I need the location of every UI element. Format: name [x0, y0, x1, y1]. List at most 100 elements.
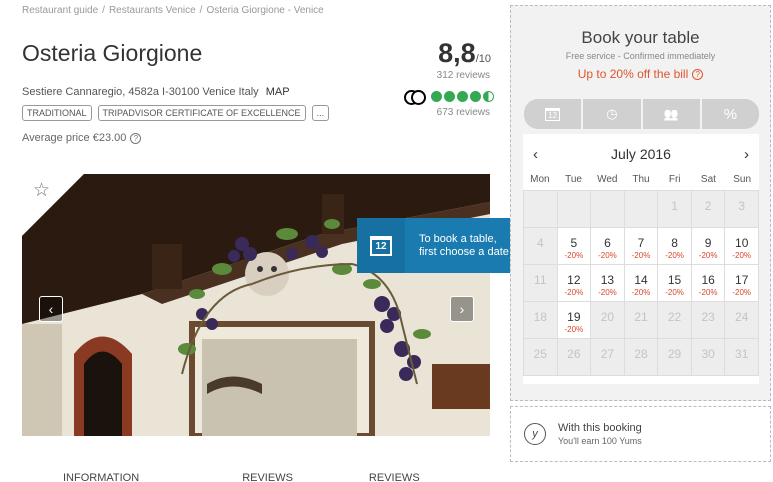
people-icon: 👥 [663, 107, 679, 121]
calendar-day: 1 [658, 191, 692, 228]
weekday-label: Sun [733, 174, 752, 185]
photo-prev-button[interactable]: ‹ [39, 296, 63, 322]
yums-line1: With this booking [558, 422, 642, 434]
address: Sestiere Cannaregio, 4582a I-30100 Venic… [22, 86, 290, 98]
step-time[interactable]: ◷ [583, 99, 641, 129]
tab-information[interactable]: INFORMATION [63, 472, 139, 482]
calendar-day: 4 [524, 228, 558, 265]
step-date[interactable]: 12 [524, 99, 582, 129]
breadcrumb-restaurant-guide[interactable]: Restaurant guide [22, 5, 98, 16]
calendar-day: 3 [725, 191, 759, 228]
calendar-day[interactable]: 16 -20% [691, 265, 726, 302]
rating-scale: /10 [475, 53, 491, 65]
day-number: 25 [533, 347, 547, 361]
calendar-day[interactable]: 10 -20% [725, 228, 759, 265]
weekday-header: Mon Tue Wed Thu Fri Sat Sun [523, 174, 759, 190]
tab-reviews[interactable]: REVIEWS [242, 472, 293, 482]
tag-certificate[interactable]: TRIPADVISOR CERTIFICATE OF EXCELLENCE [97, 105, 306, 121]
day-discount: -20% [698, 251, 718, 260]
weekday-label: Thu [632, 174, 650, 185]
yums-box: y With this booking You'll earn 100 Yums [510, 406, 771, 462]
day-discount: -20% [698, 288, 718, 297]
calendar: ‹ July 2016 › Mon Tue Wed Thu Fri Sat Sun 1234… [523, 134, 759, 384]
chevron-right-icon: › [459, 301, 465, 317]
booking-title: Book your table [581, 28, 700, 47]
tag-list: TRADITIONAL TRIPADVISOR CERTIFICATE OF E… [22, 105, 330, 121]
calendar-empty-cell [557, 191, 592, 228]
day-number: 27 [600, 347, 615, 361]
day-number: 5 [570, 236, 578, 250]
average-price: Average price €23.00 ? [22, 132, 142, 144]
day-number: 6 [604, 236, 611, 250]
calendar-icon: 12 [357, 218, 405, 273]
day-number: 20 [600, 310, 615, 324]
day-number: 13 [600, 273, 615, 287]
day-number: 11 [534, 273, 547, 287]
day-number: 9 [704, 236, 712, 250]
day-number: 31 [735, 347, 749, 361]
calendar-day: 22 [658, 302, 692, 339]
calendar-day[interactable]: 5 -20% [557, 228, 592, 265]
percent-icon: % [723, 105, 738, 123]
day-number: 21 [634, 310, 648, 324]
day-number: 24 [735, 310, 749, 324]
day-number: 18 [533, 310, 547, 324]
calendar-day[interactable]: 13 -20% [591, 265, 625, 302]
day-number: 26 [567, 347, 581, 361]
restaurant-name: Osteria Giorgione [22, 40, 203, 66]
day-number: 15 [667, 273, 682, 287]
day-discount: -20% [631, 251, 651, 260]
tag-more[interactable]: ... [311, 105, 330, 121]
calendar-next-month-icon[interactable]: › [744, 146, 749, 163]
calendar-day[interactable]: 15 -20% [658, 265, 692, 302]
calendar-day: 2 [691, 191, 726, 228]
calendar-day[interactable]: 6 -20% [591, 228, 625, 265]
photo-next-button[interactable]: › [450, 296, 474, 322]
choose-date-tooltip: 12 To book a table, first choose a date [357, 218, 536, 273]
day-number: 7 [637, 236, 645, 250]
booking-panel: Book your table Free service - Confirmed… [510, 5, 771, 401]
day-number: 8 [671, 236, 678, 250]
breadcrumb-restaurants-venice[interactable]: Restaurants Venice [109, 5, 196, 16]
calendar-day[interactable]: 8 -20% [658, 228, 692, 265]
photo-image [22, 174, 490, 436]
calendar-day[interactable]: 19 -20% [557, 302, 592, 339]
tag-traditional[interactable]: TRADITIONAL [22, 105, 92, 121]
day-number: 17 [735, 273, 749, 287]
calendar-day: 24 [725, 302, 759, 339]
help-icon[interactable]: ? [130, 132, 142, 144]
rating-bubble-half-icon [483, 90, 494, 102]
booking-steps: 12 ◷ 👥 % [524, 99, 759, 129]
tab-reviews-tripadvisor[interactable]: REVIEWS TRIPADVISOR [369, 472, 490, 482]
restaurant-photo[interactable] [22, 174, 490, 436]
rating-bubble-icon [431, 90, 442, 102]
offer-help-icon[interactable]: ? [692, 68, 704, 80]
tripadvisor-rating[interactable] [404, 90, 494, 105]
rating-bubble-icon [457, 90, 468, 102]
weekday-label: Fri [668, 174, 681, 185]
calendar-day[interactable]: 17 -20% [725, 265, 759, 302]
tripadvisor-owl-icon [404, 90, 426, 105]
day-number: 16 [701, 273, 715, 287]
favorite-star-icon[interactable]: ☆ [33, 179, 50, 202]
tooltip-text: To book a table, first choose a date [419, 232, 509, 258]
step-people[interactable]: 👥 [642, 99, 700, 129]
tripadvisor-reviews-link[interactable]: 673 reviews [400, 107, 490, 118]
calendar-day[interactable]: 7 -20% [624, 228, 659, 265]
day-discount: -20% [564, 288, 584, 297]
rating-reviews-link[interactable]: 312 reviews [400, 70, 490, 81]
weekday-label: Mon [530, 174, 550, 185]
calendar-day[interactable]: 12 -20% [557, 265, 592, 302]
day-number: 30 [701, 347, 715, 361]
calendar-day[interactable]: 14 -20% [624, 265, 659, 302]
day-discount: -20% [665, 288, 684, 297]
calendar-day[interactable]: 9 -20% [691, 228, 726, 265]
calendar-prev-month-icon[interactable]: ‹ [533, 146, 538, 163]
day-discount: -20% [564, 251, 584, 260]
step-offer[interactable]: % [701, 99, 759, 129]
map-link[interactable]: MAP [266, 86, 290, 98]
day-discount: -20% [564, 325, 584, 334]
calendar-day: 26 [557, 339, 592, 376]
average-price-text: Average price €23.00 [22, 132, 127, 144]
day-number: 22 [667, 310, 682, 324]
